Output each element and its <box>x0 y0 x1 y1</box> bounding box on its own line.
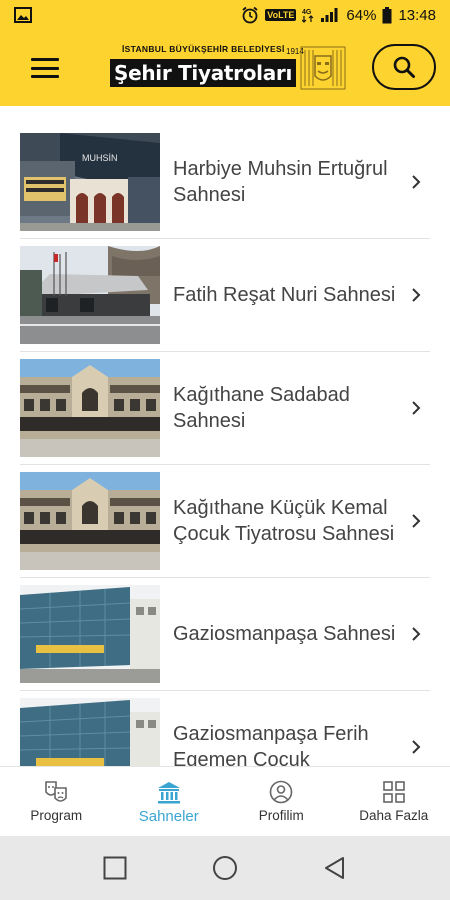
stage-photo <box>20 698 160 766</box>
alarm-icon <box>242 6 258 24</box>
clock: 13:48 <box>398 6 436 24</box>
stage-list: MUHSİN Harbiye Muhsin Ertuğrul Sahnesi F… <box>0 106 450 766</box>
battery-icon <box>382 6 392 23</box>
triangle-back-icon <box>325 857 344 879</box>
nav-sahneler[interactable]: Sahneler <box>113 767 226 836</box>
stage-photo <box>20 246 160 344</box>
nav-label: Program <box>30 808 83 823</box>
back-button[interactable] <box>320 853 350 883</box>
menu-icon <box>31 58 59 61</box>
stage-list-item[interactable]: Gaziosmanpaşa Sahnesi <box>20 578 430 691</box>
nav-label: Sahneler <box>138 808 199 825</box>
system-navigation-bar <box>0 836 450 900</box>
search-icon <box>393 56 415 78</box>
stage-name: Gaziosmanpaşa Ferih Egemen Çocuk <box>173 723 369 766</box>
logo-title: Şehir Tiyatroları <box>110 59 297 87</box>
chevron-right-icon <box>412 288 421 302</box>
stage-photo <box>20 472 160 570</box>
gallery-notification-icon <box>14 7 32 23</box>
theater-masks-icon <box>45 781 68 802</box>
theater-mask-logo-icon <box>300 46 346 90</box>
logo-year: 1914 <box>286 47 304 56</box>
square-icon <box>103 856 127 880</box>
stage-photo: MUHSİN <box>20 133 160 231</box>
stage-name: Kağıthane Sadabad Sahnesi <box>173 384 350 432</box>
user-circle-icon <box>269 780 293 804</box>
stage-photo <box>20 359 160 457</box>
logo-subtitle: İSTANBUL BÜYÜKŞEHİR BELEDİYESİ <box>122 44 285 54</box>
stage-photo <box>20 585 160 683</box>
building-icon <box>157 782 180 804</box>
stage-list-item[interactable]: Kağıthane Sadabad Sahnesi <box>20 352 430 465</box>
chevron-right-icon <box>412 627 421 641</box>
stage-name: Fatih Reşat Nuri Sahnesi <box>173 284 396 306</box>
status-bar: VoLTE 4G 64% 13:48 <box>0 0 450 30</box>
nav-profilim[interactable]: Profilim <box>225 767 338 836</box>
recents-button[interactable] <box>100 853 130 883</box>
grid-icon <box>382 781 405 803</box>
nav-program[interactable]: Program <box>0 767 113 836</box>
stage-name: Gaziosmanpaşa Sahnesi <box>173 623 396 645</box>
svg-text:MUHSİN: MUHSİN <box>82 153 118 163</box>
nav-label: Profilim <box>258 808 304 823</box>
data-arrows-icon: 4G <box>302 9 314 23</box>
nav-label: Daha Fazla <box>359 808 429 823</box>
stage-list-item[interactable]: Gaziosmanpaşa Ferih Egemen Çocuk <box>20 691 430 766</box>
signal-icon <box>321 8 338 22</box>
menu-button[interactable] <box>28 54 62 82</box>
nav-daha-fazla[interactable]: Daha Fazla <box>338 767 450 836</box>
bottom-navigation: Program Sahneler Profilim Daha Fazla <box>0 766 450 836</box>
battery-percent: 64% <box>346 6 377 24</box>
chevron-right-icon <box>412 401 421 415</box>
stage-list-item[interactable]: Fatih Reşat Nuri Sahnesi <box>20 239 430 352</box>
stage-name: Kağıthane Küçük Kemal Çocuk Tiyatrosu Sa… <box>173 497 395 545</box>
search-button[interactable] <box>372 44 436 90</box>
chevron-right-icon <box>412 175 421 189</box>
stage-name: Harbiye Muhsin Ertuğrul Sahnesi <box>173 158 388 206</box>
chevron-right-icon <box>412 514 421 528</box>
svg-text:4G: 4G <box>302 9 312 16</box>
stage-list-item[interactable]: Kağıthane Küçük Kemal Çocuk Tiyatrosu Sa… <box>20 465 430 578</box>
circle-icon <box>213 856 237 880</box>
app-bar: İSTANBUL BÜYÜKŞEHİR BELEDİYESİ Şehir Tiy… <box>0 30 450 106</box>
chevron-right-icon <box>412 740 421 754</box>
logo: İSTANBUL BÜYÜKŞEHİR BELEDİYESİ Şehir Tiy… <box>110 42 346 96</box>
volte-badge: VoLTE <box>265 9 297 21</box>
home-button[interactable] <box>210 853 240 883</box>
stage-list-item[interactable]: MUHSİN Harbiye Muhsin Ertuğrul Sahnesi <box>20 126 430 239</box>
